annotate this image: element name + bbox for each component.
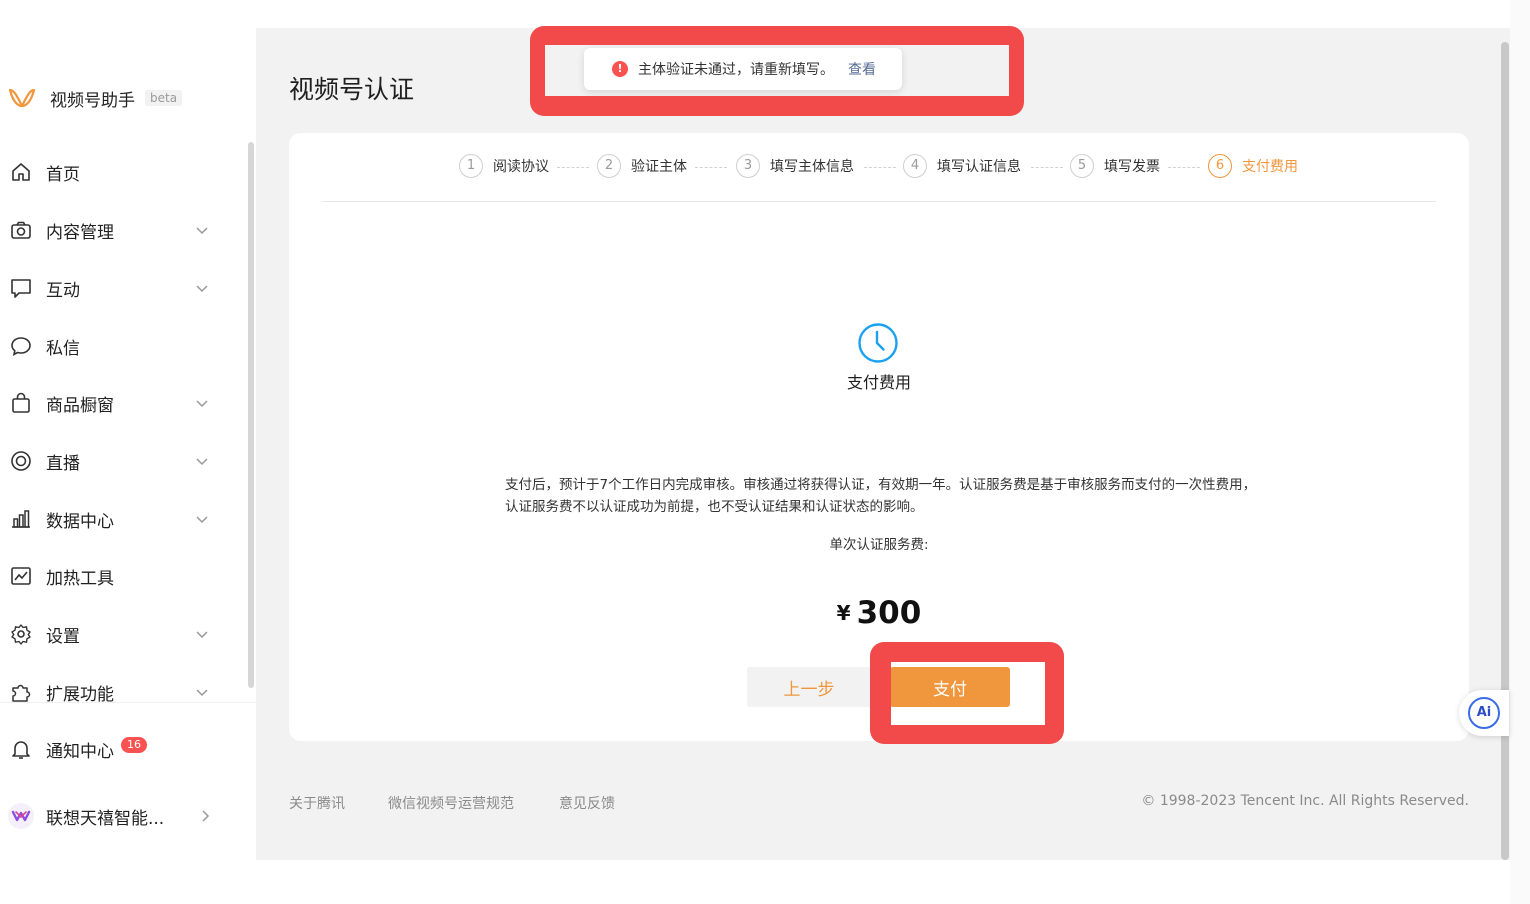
page-scrollbar-track — [1510, 0, 1530, 904]
step-connector — [695, 167, 727, 168]
price: ¥300 — [289, 595, 1469, 631]
step-label: 阅读协议 — [493, 159, 549, 175]
beta-badge: beta — [145, 90, 183, 106]
sidebar-item-content[interactable]: 内容管理 — [0, 210, 230, 250]
highlight-box-toast — [530, 26, 1024, 116]
step-indicator: 1 阅读协议 2 验证主体 3 填写主体信息 4 填写认证信息 5 填写发票 6… — [289, 133, 1469, 201]
step-number: 1 — [459, 154, 483, 178]
chevron-down-icon[interactable] — [194, 626, 210, 642]
home-icon — [10, 161, 32, 183]
gear-icon — [10, 623, 32, 645]
bar-chart-icon — [10, 508, 32, 530]
step-number: 4 — [903, 154, 927, 178]
footer-link-feedback[interactable]: 意见反馈 — [559, 793, 615, 813]
price-amount: 300 — [856, 595, 922, 631]
page-title: 视频号认证 — [289, 75, 415, 104]
chevron-down-icon[interactable] — [194, 395, 210, 411]
page-scrollbar[interactable] — [1501, 42, 1509, 860]
steps-divider — [322, 201, 1436, 202]
sidebar-item-settings[interactable]: 设置 — [0, 614, 230, 654]
step-number: 6 — [1208, 154, 1232, 178]
footer-link-about[interactable]: 关于腾讯 — [289, 793, 345, 813]
comment-icon — [10, 277, 32, 299]
ai-assistant-button[interactable]: Ai — [1459, 690, 1509, 736]
chevron-down-icon[interactable] — [194, 684, 210, 700]
brand-name: 视频号助手 — [50, 90, 135, 111]
shopping-bag-icon — [10, 392, 32, 414]
message-icon — [10, 335, 32, 357]
sidebar-item-notifications[interactable]: 通知中心 16 — [0, 729, 230, 769]
step-label: 填写主体信息 — [770, 159, 854, 175]
trend-icon — [10, 565, 32, 587]
sidebar-item-label: 通知中心 — [46, 741, 114, 762]
clock-icon — [858, 323, 898, 363]
step-label: 填写发票 — [1104, 159, 1160, 175]
step-label: 支付费用 — [1242, 159, 1298, 175]
previous-step-button[interactable]: 上一步 — [747, 667, 871, 707]
step-number: 3 — [736, 154, 760, 178]
account-switcher[interactable]: 联想天禧智能... — [0, 796, 230, 836]
chevron-down-icon[interactable] — [194, 453, 210, 469]
step-label: 验证主体 — [631, 159, 687, 175]
notification-count-badge: 16 — [121, 737, 147, 753]
step-label: 填写认证信息 — [937, 159, 1021, 175]
step-1: 1 阅读协议 — [459, 153, 549, 179]
footer: 关于腾讯 微信视频号运营规范 意见反馈 © 1998-2023 Tencent … — [289, 793, 1469, 815]
sidebar-item-label: 设置 — [46, 626, 80, 647]
copyright: © 1998-2023 Tencent Inc. All Rights Rese… — [1141, 793, 1469, 809]
sidebar-item-showcase[interactable]: 商品橱窗 — [0, 383, 230, 423]
sidebar-item-home[interactable]: 首页 — [0, 152, 230, 192]
highlight-box-pay — [870, 642, 1064, 744]
sidebar-item-label: 数据中心 — [46, 511, 114, 532]
currency-symbol: ¥ — [836, 601, 851, 625]
sidebar: 视频号助手 beta 首页 内容管理 互动 私信 商品橱窗 直播 数据中心 加热… — [0, 0, 256, 904]
chevron-right-icon[interactable] — [197, 808, 213, 824]
sidebar-item-label: 首页 — [46, 164, 80, 185]
step-number: 2 — [597, 154, 621, 178]
step-3: 3 填写主体信息 — [736, 153, 854, 179]
payment-description: 支付后，预计于7个工作日内完成审核。审核通过将获得认证，有效期一年。认证服务费是… — [505, 477, 1257, 515]
step-4: 4 填写认证信息 — [903, 153, 1021, 179]
sidebar-item-data[interactable]: 数据中心 — [0, 499, 230, 539]
step-connector — [864, 167, 896, 168]
sidebar-item-label: 私信 — [46, 338, 80, 359]
chevron-down-icon[interactable] — [194, 280, 210, 296]
sidebar-item-boost[interactable]: 加热工具 — [0, 556, 230, 596]
account-name: 联想天禧智能... — [46, 808, 165, 829]
chevron-down-icon[interactable] — [194, 511, 210, 527]
camera-icon — [10, 219, 32, 241]
brand[interactable]: 视频号助手 beta — [8, 84, 183, 112]
sidebar-item-label: 互动 — [46, 280, 80, 301]
chevron-down-icon[interactable] — [194, 222, 210, 238]
sidebar-item-label: 商品橱窗 — [46, 395, 114, 416]
account-avatar-icon — [8, 803, 34, 829]
sidebar-item-label: 内容管理 — [46, 222, 114, 243]
step-6: 6 支付费用 — [1208, 153, 1298, 179]
ai-icon: Ai — [1468, 697, 1500, 729]
live-icon — [10, 450, 32, 472]
step-number: 5 — [1070, 154, 1094, 178]
step-2: 2 验证主体 — [597, 153, 687, 179]
payment-title: 支付费用 — [846, 373, 911, 392]
bell-icon — [10, 738, 32, 760]
sidebar-item-label: 加热工具 — [46, 568, 114, 589]
sidebar-item-live[interactable]: 直播 — [0, 441, 230, 481]
sidebar-item-extensions[interactable]: 扩展功能 — [0, 672, 230, 712]
step-connector — [557, 167, 589, 168]
channels-logo-icon — [8, 88, 36, 108]
sidebar-item-label: 直播 — [46, 453, 80, 474]
step-connector — [1031, 167, 1063, 168]
sidebar-scrollbar[interactable] — [248, 142, 254, 688]
footer-link-guidelines[interactable]: 微信视频号运营规范 — [388, 793, 514, 813]
step-5: 5 填写发票 — [1070, 153, 1160, 179]
sidebar-item-messages[interactable]: 私信 — [0, 326, 230, 366]
step-connector — [1168, 167, 1200, 168]
sidebar-divider — [0, 702, 256, 703]
sidebar-item-label: 扩展功能 — [46, 684, 114, 705]
puzzle-icon — [10, 681, 32, 703]
sidebar-item-interaction[interactable]: 互动 — [0, 268, 230, 308]
fee-label: 单次认证服务费: — [829, 537, 929, 553]
